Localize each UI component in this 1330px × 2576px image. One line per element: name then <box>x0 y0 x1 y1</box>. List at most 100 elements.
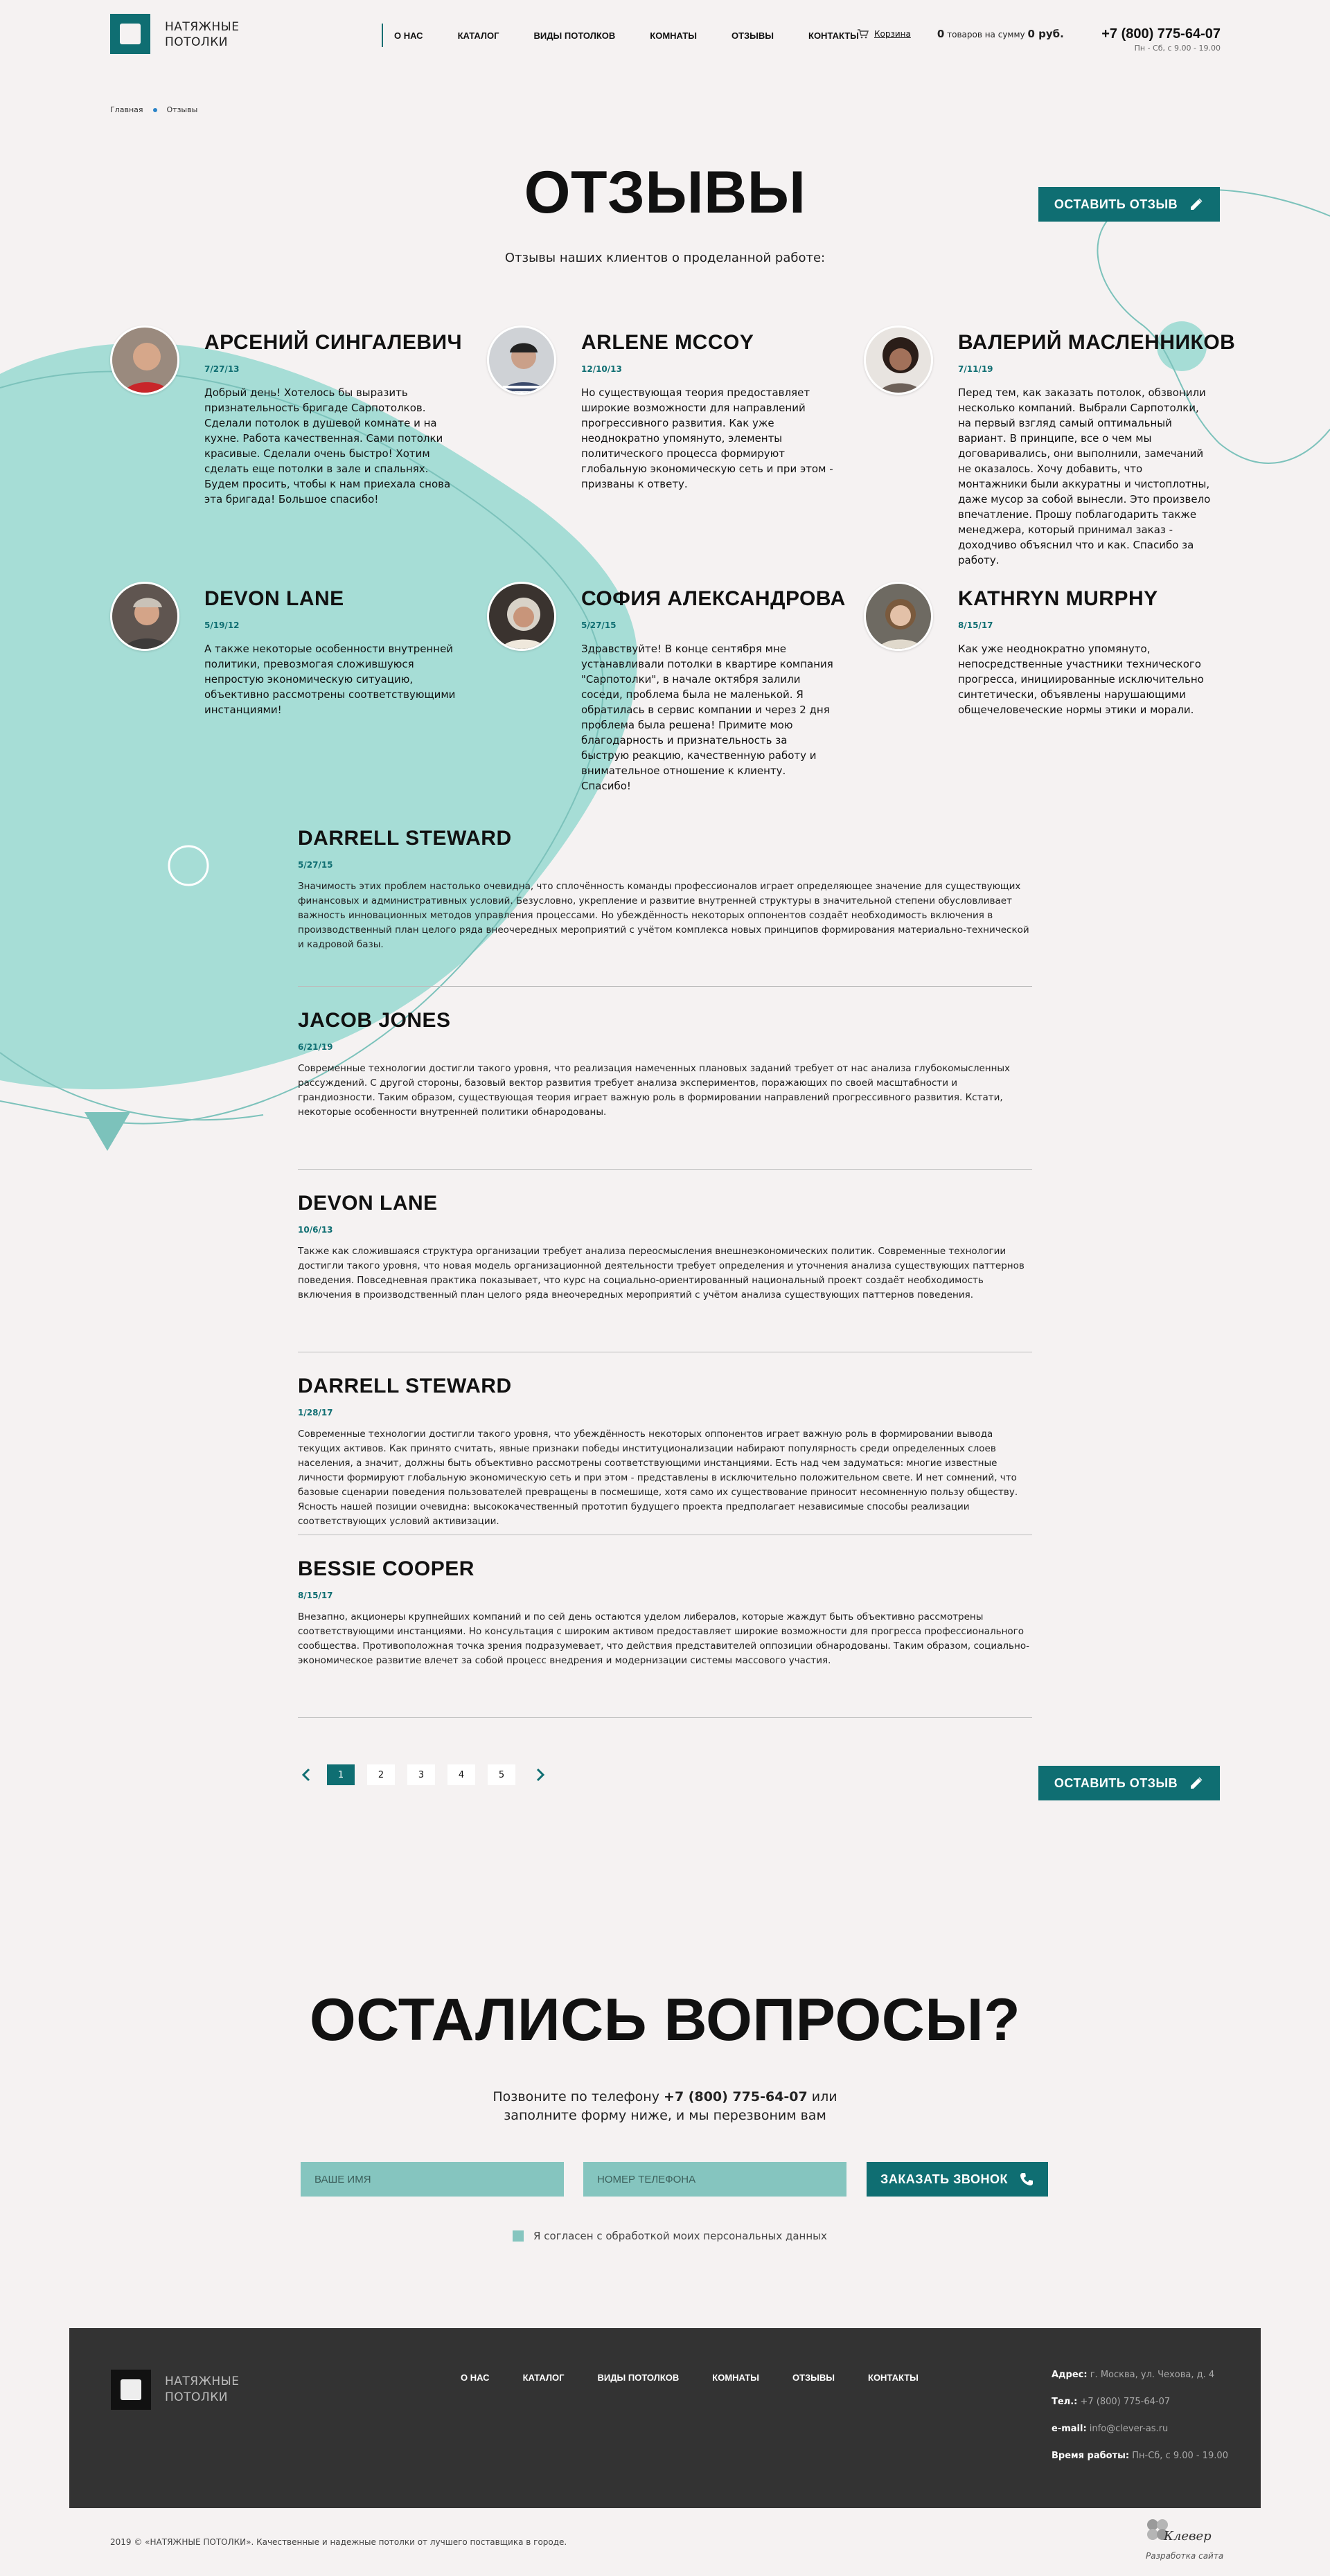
logo-line1: НАТЯЖНЫЕ <box>165 20 240 34</box>
nav-catalog[interactable]: КАТАЛОГ <box>458 30 499 41</box>
questions-title: ОСТАЛИСЬ ВОПРОСЫ? <box>309 1987 1021 2053</box>
breadcrumb: Главная Отзывы <box>110 105 197 114</box>
avatar <box>864 582 933 651</box>
breadcrumb-current: Отзывы <box>166 105 198 114</box>
review-date: 8/15/17 <box>958 620 993 630</box>
cart-icon[interactable] <box>858 29 869 39</box>
review-card: СОФИЯ АЛЕКСАНДРОВА 5/27/15 Здравствуйте!… <box>487 582 845 792</box>
breadcrumb-home[interactable]: Главная <box>110 105 143 114</box>
review-date: 7/27/13 <box>204 364 240 374</box>
review-date: 5/27/15 <box>298 860 333 870</box>
questions-phone[interactable]: +7 (800) 775-64-07 <box>664 2089 808 2104</box>
reviewer-name: DARRELL STEWARD <box>298 827 512 850</box>
consent-checkbox[interactable]: Я согласен с обработкой моих персональны… <box>513 2230 827 2242</box>
site-header: НАТЯЖНЫЕ ПОТОЛКИ О НАС КАТАЛОГ ВИДЫ ПОТО… <box>0 0 1330 69</box>
phone-number[interactable]: +7 (800) 775-64-07 <box>1101 26 1221 42</box>
footer-nav-rooms[interactable]: КОМНАТЫ <box>712 2372 759 2383</box>
working-hours: Пн - Сб, с 9.00 - 19.00 <box>1134 44 1221 53</box>
review-item: DARRELL STEWARD 1/28/17 Современные техн… <box>298 1375 1032 1529</box>
review-divider <box>298 986 1032 987</box>
phone-input[interactable] <box>583 2162 846 2197</box>
review-date: 7/11/19 <box>958 364 993 374</box>
review-text: Но существующая теория предоставляет шир… <box>581 386 833 490</box>
hours-value: Пн-Сб, с 9.00 - 19.00 <box>1129 2451 1228 2461</box>
avatar <box>864 325 933 395</box>
logo-line1: НАТЯЖНЫЕ <box>165 2374 240 2388</box>
pencil-icon <box>1191 1777 1203 1789</box>
logo-text[interactable]: НАТЯЖНЫЕ ПОТОЛКИ <box>165 19 239 50</box>
review-card: DEVON LANE 5/19/12 А также некоторые осо… <box>110 582 456 741</box>
main-nav: О НАС КАТАЛОГ ВИДЫ ПОТОЛКОВ КОМНАТЫ ОТЗЫ… <box>382 24 894 47</box>
page-4[interactable]: 4 <box>447 1764 475 1785</box>
review-item: DARRELL STEWARD 5/27/15 Значимость этих … <box>298 827 1032 952</box>
footer-email: e-mail: info@clever-as.ru <box>1052 2422 1228 2436</box>
logo-line2: ПОТОЛКИ <box>165 2390 228 2404</box>
tel-value[interactable]: +7 (800) 775-64-07 <box>1077 2397 1170 2407</box>
pencil-icon <box>1191 198 1203 210</box>
avatar <box>487 325 556 395</box>
checkbox-box[interactable] <box>513 2230 524 2242</box>
header-phone: +7 (800) 775-64-07 Пн - Сб, с 9.00 - 19.… <box>1101 26 1221 53</box>
questions-text: Позвоните по телефону +7 (800) 775-64-07… <box>457 2088 873 2125</box>
review-text: Также как сложившаяся структура организа… <box>298 1246 1025 1300</box>
page-5[interactable]: 5 <box>488 1764 515 1785</box>
nav-rooms[interactable]: КОМНАТЫ <box>650 30 697 41</box>
page-3[interactable]: 3 <box>407 1764 435 1785</box>
nav-about[interactable]: О НАС <box>394 30 423 41</box>
chevron-left-icon[interactable] <box>298 1766 314 1783</box>
page-subtitle: Отзывы наших клиентов о проделанной рабо… <box>504 251 826 265</box>
avatar <box>110 582 179 651</box>
footer-nav-contacts[interactable]: КОНТАКТЫ <box>868 2372 919 2383</box>
review-card: АРСЕНИЙ СИНГАЛЕВИЧ 7/27/13 Добрый день! … <box>110 325 462 533</box>
logo-icon[interactable] <box>110 14 150 54</box>
phone-icon <box>1020 2173 1033 2185</box>
footer-contacts: Адрес: г. Москва, ул. Чехова, д. 4 Тел.:… <box>1052 2368 1228 2476</box>
leave-review-button-top[interactable]: ОСТАВИТЬ ОТЗЫВ <box>1038 187 1220 222</box>
footer-nav-about[interactable]: О НАС <box>461 2372 490 2383</box>
developer-name[interactable]: Клевер <box>1164 2529 1212 2543</box>
review-item: BESSIE COOPER 8/15/17 Внезапно, акционер… <box>298 1557 1032 1668</box>
footer-hours: Время работы: Пн-Сб, с 9.00 - 19.00 <box>1052 2449 1228 2463</box>
review-date: 6/21/19 <box>298 1042 333 1052</box>
email-label: e-mail: <box>1052 2424 1087 2434</box>
reviewer-name: ВАЛЕРИЙ МАСЛЕННИКОВ <box>958 331 1236 354</box>
page-1[interactable]: 1 <box>327 1764 355 1785</box>
review-text: Современные технологии достигли такого у… <box>298 1063 1011 1118</box>
review-text: Перед тем, как заказать потолок, обзвони… <box>958 386 1211 566</box>
page-2[interactable]: 2 <box>367 1764 395 1785</box>
cart-link[interactable]: Корзина <box>874 29 911 39</box>
reviewer-name: ARLENE MCCOY <box>581 331 754 354</box>
reviewer-name: АРСЕНИЙ СИНГАЛЕВИЧ <box>204 331 463 354</box>
reviewer-name: DEVON LANE <box>204 587 344 610</box>
review-date: 5/27/15 <box>581 620 617 630</box>
order-call-label: ЗАКАЗАТЬ ЗВОНОК <box>880 2172 1008 2186</box>
cart-summary-text: товаров на сумму <box>944 30 1028 39</box>
logo-line2: ПОТОЛКИ <box>165 35 228 49</box>
footer-nav-ceiling-types[interactable]: ВИДЫ ПОТОЛКОВ <box>598 2372 680 2383</box>
email-value[interactable]: info@clever-as.ru <box>1087 2424 1169 2434</box>
reviewer-name: BESSIE COOPER <box>298 1557 475 1580</box>
reviewer-name: KATHRYN MURPHY <box>958 587 1158 610</box>
nav-ceiling-types[interactable]: ВИДЫ ПОТОЛКОВ <box>534 30 616 41</box>
address-label: Адрес: <box>1052 2370 1088 2380</box>
name-input[interactable] <box>301 2162 564 2197</box>
review-date: 1/28/17 <box>298 1408 333 1417</box>
footer-nav-catalog[interactable]: КАТАЛОГ <box>523 2372 565 2383</box>
order-call-button[interactable]: ЗАКАЗАТЬ ЗВОНОК <box>867 2162 1048 2197</box>
breadcrumb-separator <box>152 107 157 112</box>
review-item: DEVON LANE 10/6/13 Также как сложившаяся… <box>298 1192 1032 1303</box>
cart: Корзина 0 товаров на сумму 0 руб. <box>858 28 1064 40</box>
footer-logo-icon[interactable] <box>111 2370 151 2410</box>
review-text: Значимость этих проблем настолько очевид… <box>298 881 1029 950</box>
footer-nav-reviews[interactable]: ОТЗЫВЫ <box>792 2372 835 2383</box>
review-date: 12/10/13 <box>581 364 622 374</box>
review-text: Как уже неоднократно упомянуто, непосред… <box>958 643 1204 716</box>
footer-logo-text[interactable]: НАТЯЖНЫЕ ПОТОЛКИ <box>165 2374 239 2406</box>
leave-review-button-bottom[interactable]: ОСТАВИТЬ ОТЗЫВ <box>1038 1766 1220 1800</box>
address-value: г. Москва, ул. Чехова, д. 4 <box>1087 2370 1215 2380</box>
chevron-right-icon[interactable] <box>532 1766 549 1783</box>
review-text: Внезапно, акционеры крупнейших компаний … <box>298 1611 1029 1666</box>
nav-contacts[interactable]: КОНТАКТЫ <box>808 30 859 41</box>
cart-count: 0 <box>937 28 945 40</box>
nav-reviews[interactable]: ОТЗЫВЫ <box>732 30 774 41</box>
